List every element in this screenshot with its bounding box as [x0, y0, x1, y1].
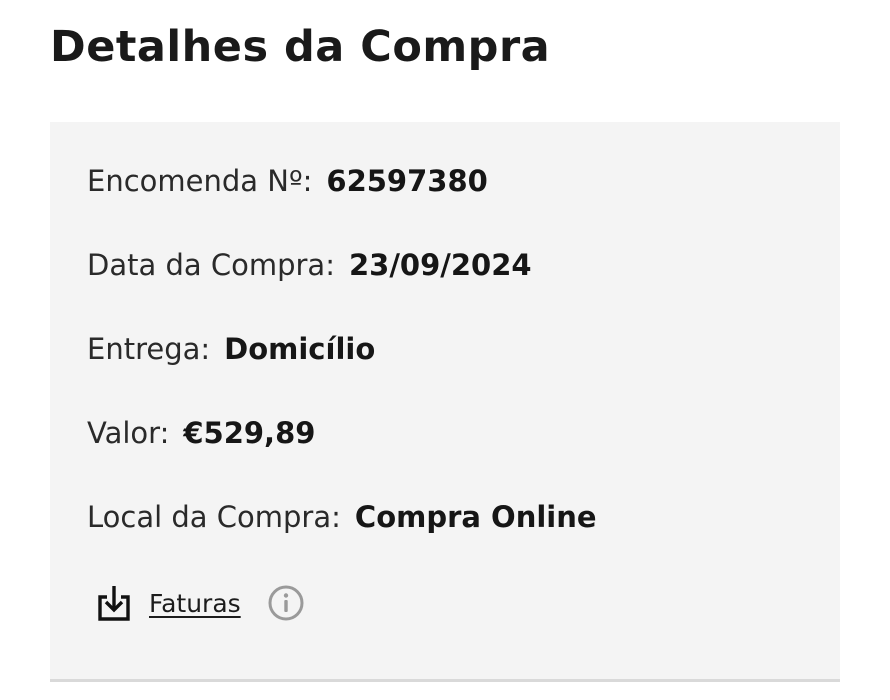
- amount-value: €529,89: [183, 416, 316, 450]
- amount-label: Valor:: [87, 416, 170, 450]
- download-icon[interactable]: [95, 583, 133, 623]
- purchase-date-value: 23/09/2024: [348, 248, 532, 282]
- amount-row: Valor: €529,89: [87, 419, 315, 448]
- purchase-date-label: Data da Compra:: [87, 248, 335, 282]
- purchase-place-value: Compra Online: [354, 500, 597, 534]
- invoices-row: Faturas: [95, 581, 305, 625]
- info-icon[interactable]: [267, 584, 305, 622]
- order-number-value: 62597380: [326, 164, 488, 198]
- purchase-date-row: Data da Compra: 23/09/2024: [87, 251, 532, 280]
- page-title: Detalhes da Compra: [50, 22, 551, 72]
- order-number-label: Encomenda Nº:: [87, 164, 313, 198]
- purchase-place-label: Local da Compra:: [87, 500, 341, 534]
- delivery-value: Domicílio: [224, 332, 376, 366]
- delivery-row: Entrega: Domicílio: [87, 335, 375, 364]
- purchase-details-card: Encomenda Nº: 62597380 Data da Compra: 23/…: [50, 122, 840, 682]
- invoices-link[interactable]: Faturas: [149, 589, 241, 618]
- delivery-label: Entrega:: [87, 332, 211, 366]
- order-number-row: Encomenda Nº: 62597380: [87, 167, 488, 196]
- purchase-place-row: Local da Compra: Compra Online: [87, 503, 597, 532]
